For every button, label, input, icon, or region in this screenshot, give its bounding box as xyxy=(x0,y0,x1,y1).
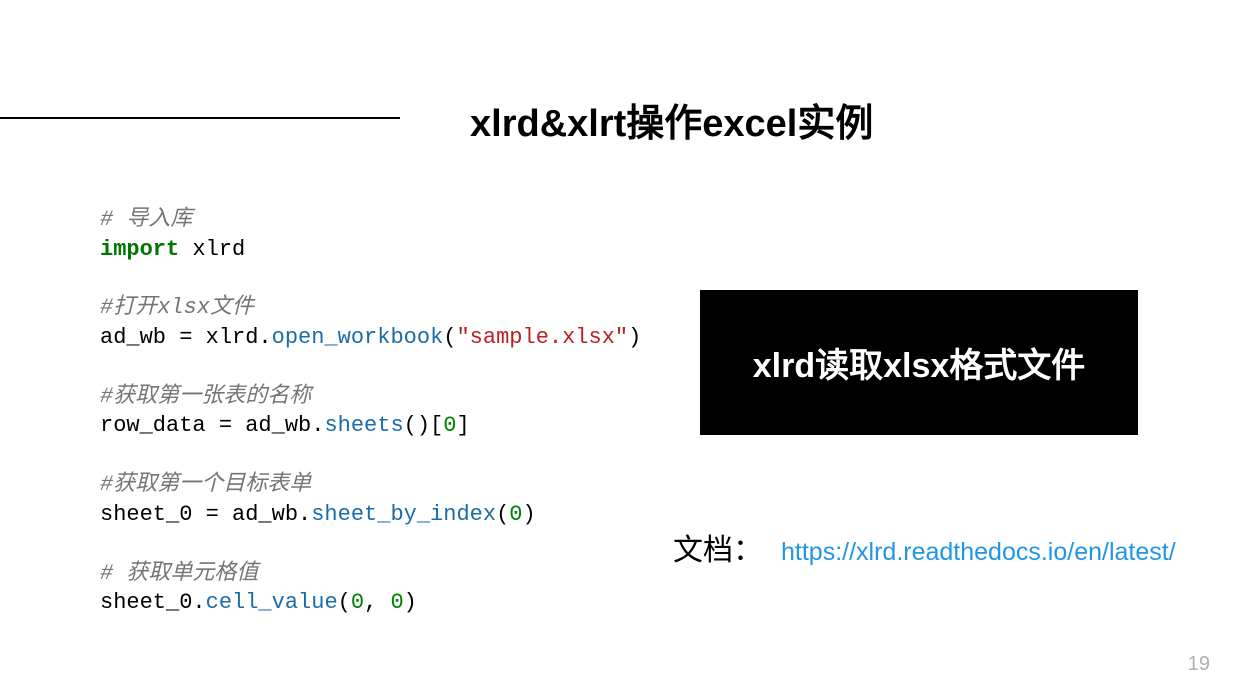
code-comment: #获取第一张表的名称 xyxy=(100,384,311,409)
code-text: sheet_0 = ad_wb. xyxy=(100,502,311,527)
code-func: sheets xyxy=(324,413,403,438)
code-text: xlrd xyxy=(179,237,245,262)
code-block: # 导入库 import xlrd #打开xlsx文件 ad_wb = xlrd… xyxy=(100,205,641,618)
code-comment: # 获取单元格值 xyxy=(100,561,258,586)
code-text: ) xyxy=(628,325,641,350)
code-text: ( xyxy=(496,502,509,527)
code-text: ] xyxy=(456,413,469,438)
doc-reference: 文档： https://xlrd.readthedocs.io/en/lates… xyxy=(673,525,1176,569)
code-func: cell_value xyxy=(206,590,338,615)
code-number: 0 xyxy=(443,413,456,438)
code-text: ) xyxy=(522,502,535,527)
code-number: 0 xyxy=(390,590,403,615)
code-keyword: import xyxy=(100,237,179,262)
code-comment: #获取第一个目标表单 xyxy=(100,472,311,497)
callout-box: xlrd读取xlsx格式文件 xyxy=(700,290,1138,435)
divider-line xyxy=(0,117,400,119)
page-number: 19 xyxy=(1188,653,1210,676)
code-text: , xyxy=(364,590,390,615)
callout-text: xlrd读取xlsx格式文件 xyxy=(753,338,1086,387)
code-text: ()[ xyxy=(404,413,444,438)
code-text: ) xyxy=(404,590,417,615)
code-comment: #打开xlsx文件 xyxy=(100,295,254,320)
doc-link[interactable]: https://xlrd.readthedocs.io/en/latest/ xyxy=(781,538,1176,567)
code-text: row_data = ad_wb. xyxy=(100,413,324,438)
code-number: 0 xyxy=(509,502,522,527)
code-text: ad_wb = xlrd. xyxy=(100,325,272,350)
code-text: ( xyxy=(443,325,456,350)
doc-label: 文档： xyxy=(673,525,763,569)
code-text: sheet_0. xyxy=(100,590,206,615)
code-func: sheet_by_index xyxy=(311,502,496,527)
code-string: "sample.xlsx" xyxy=(456,325,628,350)
code-number: 0 xyxy=(351,590,364,615)
code-func: open_workbook xyxy=(272,325,444,350)
code-text: ( xyxy=(338,590,351,615)
slide-title: xlrd&xlrt操作excel实例 xyxy=(470,92,873,147)
code-comment: # 导入库 xyxy=(100,207,192,232)
